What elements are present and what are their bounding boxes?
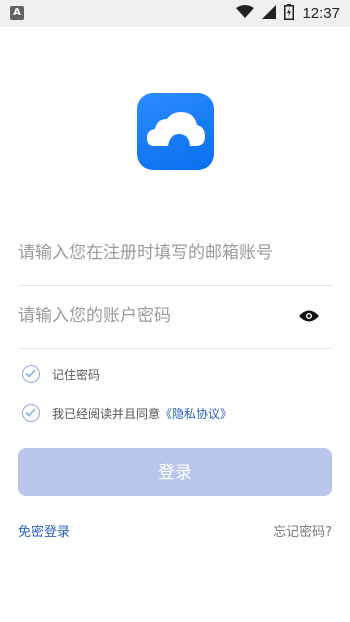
privacy-policy-link[interactable]: 《隐私协议》 bbox=[160, 405, 232, 422]
cloud-icon bbox=[147, 112, 205, 146]
status-bar: A 12:37 bbox=[0, 0, 350, 27]
battery-charging-icon bbox=[284, 3, 295, 24]
remember-label: 记住密码 bbox=[52, 367, 101, 382]
email-field-wrapper bbox=[18, 223, 332, 286]
login-button[interactable]: 登录 bbox=[18, 448, 332, 496]
agree-checkbox[interactable] bbox=[22, 404, 40, 422]
remember-checkbox[interactable] bbox=[22, 365, 40, 383]
passwordless-login-link[interactable]: 免密登录 bbox=[18, 521, 70, 540]
signal-icon bbox=[262, 4, 277, 23]
agree-label: 我已经阅读并且同意 bbox=[52, 406, 161, 421]
agreement-option[interactable]: 我已经阅读并且同意 《隐私协议》 bbox=[22, 402, 232, 424]
password-visibility-toggle[interactable] bbox=[298, 308, 322, 324]
remember-password-option[interactable]: 记住密码 bbox=[22, 363, 100, 385]
notification-icon: A bbox=[10, 6, 24, 20]
status-time: 12:37 bbox=[302, 5, 340, 22]
wifi-icon bbox=[236, 4, 255, 23]
password-field-wrapper bbox=[18, 286, 332, 349]
eye-icon bbox=[299, 310, 319, 322]
app-logo bbox=[137, 93, 214, 170]
status-icons: 12:37 bbox=[236, 0, 340, 27]
password-field[interactable] bbox=[18, 286, 288, 346]
forgot-password-link[interactable]: 忘记密码? bbox=[273, 521, 332, 540]
email-field[interactable] bbox=[18, 223, 288, 283]
check-icon bbox=[25, 369, 36, 378]
check-icon bbox=[25, 408, 36, 417]
